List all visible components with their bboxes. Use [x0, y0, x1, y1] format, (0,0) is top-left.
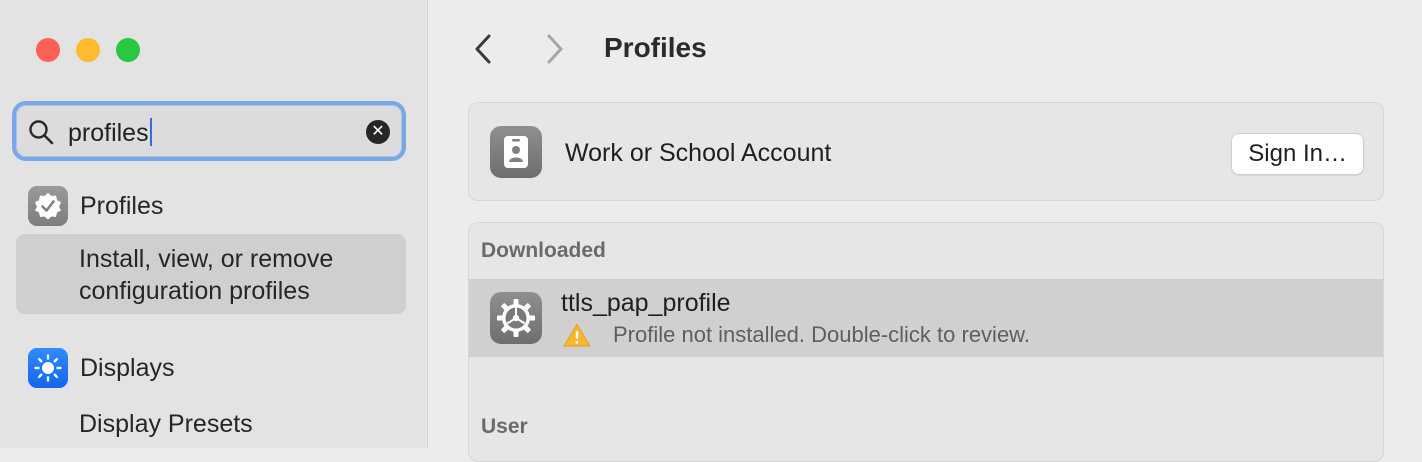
- search-result-profiles-detail[interactable]: Install, view, or remove configuration p…: [16, 234, 406, 314]
- sidebar-item-profiles[interactable]: Profiles: [28, 186, 163, 226]
- account-label: Work or School Account: [565, 139, 832, 167]
- back-chevron-icon[interactable]: [470, 32, 498, 66]
- search-result-display-presets[interactable]: Display Presets: [79, 410, 253, 439]
- section-header-downloaded: Downloaded: [481, 239, 606, 262]
- checkmark-seal-icon: [28, 186, 68, 226]
- search-result-label: Install, view, or remove configuration p…: [79, 245, 334, 305]
- id-badge-icon: [490, 126, 542, 178]
- sidebar-item-label: Profiles: [80, 191, 164, 220]
- main-content: Profiles Work or School Account Sign In……: [428, 0, 1422, 462]
- account-card: Work or School Account Sign In…: [468, 102, 1384, 201]
- section-header-user: User: [481, 415, 528, 438]
- close-window-button[interactable]: [36, 38, 60, 62]
- search-input[interactable]: profiles: [68, 118, 152, 148]
- profile-name: ttls_pap_profile: [561, 289, 731, 317]
- forward-chevron-icon[interactable]: [540, 32, 568, 66]
- page-title: Profiles: [604, 32, 707, 63]
- profile-row[interactable]: ttls_pap_profile Profile not installed. …: [469, 279, 1383, 357]
- zoom-window-button[interactable]: [116, 38, 140, 62]
- sign-in-button[interactable]: Sign In…: [1231, 133, 1364, 175]
- sidebar-item-label: Displays: [80, 353, 175, 382]
- warning-icon: [563, 324, 591, 347]
- clear-search-icon[interactable]: ✕: [366, 120, 390, 144]
- profile-status: Profile not installed. Double-click to r…: [613, 322, 1030, 347]
- profiles-list: Downloaded ttls_pap_profile Profile not …: [468, 222, 1384, 462]
- sidebar-item-displays[interactable]: Displays: [28, 348, 174, 388]
- search-icon: [29, 120, 54, 145]
- minimize-window-button[interactable]: [76, 38, 100, 62]
- sidebar: profiles ✕ Profiles Install, view, or re…: [0, 0, 428, 448]
- sun-icon: [28, 348, 68, 388]
- text-caret: [149, 118, 152, 146]
- gear-icon: [490, 292, 542, 344]
- search-field[interactable]: profiles ✕: [12, 101, 406, 161]
